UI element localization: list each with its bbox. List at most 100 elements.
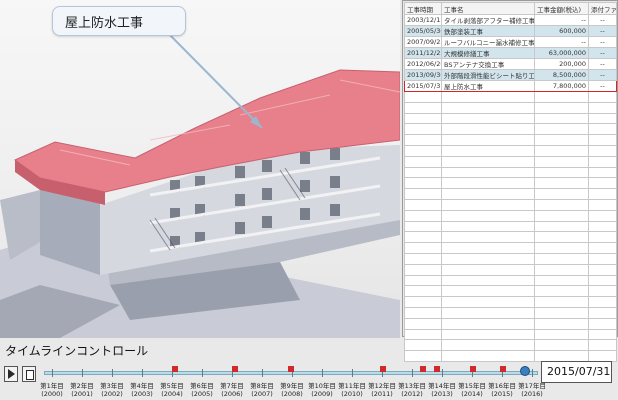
cell-date: 2007/09/25 <box>404 36 442 48</box>
cell-name: BSアンテナ交換工事 <box>441 58 535 70</box>
empty-row <box>404 252 617 265</box>
year-value: (2005) <box>191 390 213 398</box>
empty-row <box>404 166 617 179</box>
3d-building-viewport[interactable]: 屋上防水工事 <box>0 0 400 338</box>
timeline-tick <box>262 369 263 377</box>
cell-date: 2015/07/31 <box>404 80 442 92</box>
year-value: (2009) <box>311 390 333 398</box>
cell-attachment: -- <box>588 69 617 81</box>
timeline-year-label: 第11年目 (2010) <box>335 382 369 398</box>
year-ordinal: 第8年目 <box>250 382 274 390</box>
timeline-tick <box>442 369 443 377</box>
year-ordinal: 第1年目 <box>40 382 64 390</box>
play-button[interactable] <box>4 366 18 382</box>
year-value: (2010) <box>341 390 363 398</box>
cell-amount: 63,000,000 <box>534 47 589 59</box>
empty-row <box>404 123 617 136</box>
current-date-field[interactable]: 2015/07/31 <box>541 361 612 383</box>
column-header-amount[interactable]: 工事金額(税込) <box>534 2 589 15</box>
column-header-name[interactable]: 工事名 <box>441 2 535 15</box>
timeline-year-label: 第2年目 (2001) <box>65 382 99 398</box>
year-value: (2015) <box>491 390 513 398</box>
year-value: (2003) <box>131 390 153 398</box>
cell-name: 鉄部塗装工事 <box>441 25 535 37</box>
empty-row <box>404 296 617 308</box>
empty-row <box>404 101 617 114</box>
timeline-tick <box>352 369 353 377</box>
empty-row <box>404 317 617 330</box>
table-row[interactable]: 2007/09/25 ルーフバルコニー漏水補修工事 -- -- <box>404 36 617 48</box>
year-value: (2002) <box>101 390 123 398</box>
empty-row <box>404 285 617 298</box>
cell-date: 2012/06/26 <box>404 58 442 70</box>
empty-row <box>404 134 617 146</box>
cell-amount: 8,500,000 <box>534 69 589 81</box>
timeline-event-marker[interactable] <box>420 366 426 372</box>
timeline-year-label: 第8年目 (2007) <box>245 382 279 398</box>
timeline-tick <box>202 369 203 377</box>
timeline-year-label: 第5年目 (2004) <box>155 382 189 398</box>
column-header-attachment[interactable]: 添付ファイル <box>588 2 617 15</box>
timeline-slider-handle[interactable] <box>520 366 530 376</box>
empty-row <box>404 198 617 211</box>
timeline-event-marker[interactable] <box>434 366 440 372</box>
timeline-event-marker[interactable] <box>470 366 476 372</box>
empty-row <box>404 306 617 319</box>
cell-name: タイル剥落部アフター補修工事 <box>441 14 535 26</box>
empty-row <box>404 144 617 157</box>
timeline-year-label: 第13年目 (2012) <box>395 382 429 398</box>
timeline-year-label: 第4年目 (2003) <box>125 382 159 398</box>
table-header-row: 工事時期 工事名 工事金額(税込) 添付ファイル <box>404 2 617 15</box>
stop-icon <box>26 370 34 380</box>
empty-row <box>404 350 617 362</box>
empty-row <box>404 339 617 352</box>
timeline-tick <box>82 369 83 377</box>
column-header-date[interactable]: 工事時期 <box>404 2 442 15</box>
year-value: (2014) <box>461 390 483 398</box>
cell-date: 2005/05/30 <box>404 25 442 37</box>
table-row[interactable]: 2003/12/15 タイル剥落部アフター補修工事 -- -- <box>404 14 617 26</box>
table-row[interactable]: 2012/06/26 BSアンテナ交換工事 200,000 -- <box>404 58 617 70</box>
timeline-title: タイムラインコントロール <box>5 344 149 358</box>
timeline-event-marker[interactable] <box>172 366 178 372</box>
timeline-event-marker[interactable] <box>500 366 506 372</box>
table-row[interactable]: 2005/05/30 鉄部塗装工事 600,000 -- <box>404 25 617 37</box>
year-value: (2013) <box>431 390 453 398</box>
cell-date: 2003/12/15 <box>404 14 442 26</box>
timeline-event-marker[interactable] <box>288 366 294 372</box>
cell-name: ルーフバルコニー漏水補修工事 <box>441 36 535 48</box>
year-value: (2007) <box>251 390 273 398</box>
year-value: (2000) <box>41 390 63 398</box>
year-ordinal: 第6年目 <box>190 382 214 390</box>
empty-row <box>404 209 617 222</box>
timeline-event-marker[interactable] <box>232 366 238 372</box>
cell-amount: 200,000 <box>534 58 589 70</box>
cell-name: 大規模修繕工事 <box>441 47 535 59</box>
year-ordinal: 第5年目 <box>160 382 184 390</box>
table-row[interactable]: 2015/07/31 屋上防水工事 7,800,000 -- <box>404 80 617 92</box>
cell-name: 外部階段滑性能ビシート貼り工事 <box>441 69 535 81</box>
timeline-year-label: 第9年目 (2008) <box>275 382 309 398</box>
timeline-year-label: 第3年目 (2002) <box>95 382 129 398</box>
timeline-tick <box>532 369 533 377</box>
timeline-event-marker[interactable] <box>380 366 386 372</box>
empty-row <box>404 112 617 125</box>
empty-row <box>404 328 617 341</box>
year-ordinal: 第13年目 <box>398 382 426 390</box>
empty-row <box>404 177 617 190</box>
year-ordinal: 第12年目 <box>368 382 396 390</box>
play-icon <box>8 369 15 379</box>
timeline-year-label: 第17年目 (2016) <box>515 382 549 398</box>
year-value: (2008) <box>281 390 303 398</box>
year-ordinal: 第16年目 <box>488 382 516 390</box>
timeline-tick <box>112 369 113 377</box>
stop-button[interactable] <box>22 366 36 382</box>
table-row[interactable]: 2011/12/25 大規模修繕工事 63,000,000 -- <box>404 47 617 59</box>
callout-label: 屋上防水工事 <box>65 16 144 31</box>
year-ordinal: 第3年目 <box>100 382 124 390</box>
year-ordinal: 第15年目 <box>458 382 486 390</box>
building-model <box>0 29 400 338</box>
year-ordinal: 第11年目 <box>338 382 366 390</box>
empty-row <box>404 220 617 233</box>
table-row[interactable]: 2013/09/30 外部階段滑性能ビシート貼り工事 8,500,000 -- <box>404 69 617 81</box>
